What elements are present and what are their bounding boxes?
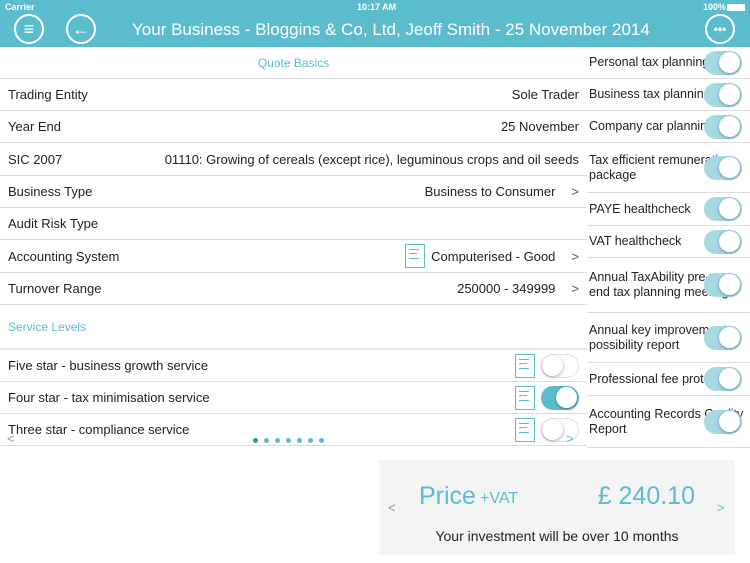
option-row[interactable]: Accounting Records Quality Report (587, 396, 750, 448)
page-dot[interactable] (275, 438, 280, 443)
option-row[interactable]: Personal tax planning (587, 47, 750, 79)
quote-panel: Quote Basics Trading Entity Sole Trader Yea… (0, 47, 587, 448)
toggle-switch[interactable] (704, 229, 742, 254)
page-dot[interactable] (297, 438, 302, 443)
option-row[interactable]: PAYE healthcheck (587, 193, 750, 226)
chevron-right-icon: > (571, 248, 579, 264)
options-panel: Personal tax planning Business tax planni… (587, 47, 750, 449)
field-value-group: Computerised - Good > (405, 244, 579, 268)
toggle-switch[interactable] (704, 325, 742, 350)
field-row[interactable]: Trading Entity Sole Trader (0, 79, 587, 111)
page-title: Your Business - Bloggins & Co, Ltd, Jeof… (132, 20, 650, 39)
field-label: Turnover Range (8, 280, 102, 296)
prev-page-button[interactable]: < (7, 431, 15, 446)
chevron-right-icon: > (571, 280, 579, 296)
page-dot[interactable] (319, 438, 324, 443)
option-row[interactable]: VAT healthcheck (587, 226, 750, 258)
service-level-controls (515, 353, 579, 378)
toggle-switch[interactable] (541, 353, 579, 378)
field-value: 01110: Growing of cereals (except rice),… (164, 151, 579, 167)
price-next-button[interactable]: > (717, 500, 725, 515)
document-icon[interactable] (515, 385, 535, 410)
vat-label: +VAT (480, 490, 519, 507)
ellipsis-icon[interactable]: ••• (705, 14, 735, 44)
field-row[interactable]: Audit Risk Type (0, 208, 587, 241)
service-level-row[interactable]: Five star - business growth service (0, 350, 587, 382)
field-label: Accounting System (8, 248, 120, 264)
toggle-switch[interactable] (704, 409, 742, 434)
section-header-service-levels: Service Levels (0, 305, 587, 350)
option-row[interactable]: Professional fee protection (587, 363, 750, 396)
document-icon[interactable] (515, 353, 535, 378)
toggle-switch[interactable] (704, 114, 742, 139)
service-level-label: Five star - business growth service (8, 358, 209, 373)
field-label: Year End (8, 119, 62, 135)
option-row[interactable]: Annual key improvement possibility repor… (587, 313, 750, 363)
page-dot[interactable] (253, 438, 258, 443)
page-dot[interactable] (286, 438, 291, 443)
page-dot[interactable] (308, 438, 313, 443)
hamburger-icon[interactable]: ≡ (14, 14, 44, 44)
field-value-group: Business to Consumer > (425, 184, 579, 199)
field-row[interactable]: Business Type Business to Consumer > (0, 176, 587, 208)
pager: < > (0, 430, 587, 448)
section-title: Service Levels (8, 319, 87, 334)
investment-note: Your investment will be over 10 months (435, 528, 679, 544)
toggle-switch[interactable] (704, 155, 742, 180)
arrow-left-icon[interactable]: ← (66, 14, 96, 44)
toggle-switch[interactable] (541, 385, 579, 410)
option-row[interactable]: Business tax planning (587, 79, 750, 111)
price-prev-button[interactable]: < (388, 500, 396, 515)
toggle-switch[interactable] (704, 197, 742, 221)
toggle-switch[interactable] (704, 273, 742, 297)
nav-header: Carrier 10:17 AM 100% ≡ ← Your Business … (0, 0, 750, 47)
next-page-button[interactable]: > (566, 431, 574, 446)
field-value: 250000 - 349999 (457, 280, 556, 296)
field-label: Trading Entity (8, 87, 88, 102)
option-label: VAT healthcheck (589, 234, 682, 248)
service-level-label: Four star - tax minimisation service (8, 390, 210, 405)
option-label: Business tax planning (589, 87, 711, 101)
toggle-switch[interactable] (704, 367, 742, 391)
field-row[interactable]: Accounting System Computerised - Good > (0, 241, 587, 273)
section-header-quote-basics: Quote Basics (0, 47, 587, 79)
option-label: Company car planning (589, 119, 715, 133)
price-label: Price (419, 482, 476, 510)
option-label: PAYE healthcheck (589, 201, 691, 216)
time-label: 10:17 AM (357, 2, 397, 12)
battery-icon (727, 4, 745, 11)
price-amount: £ 240.10 (597, 482, 695, 510)
option-row[interactable]: Company car planning (587, 111, 750, 143)
page-dot[interactable] (264, 438, 269, 443)
option-row[interactable]: Tax efficient remuneration package (587, 143, 750, 193)
chevron-right-icon: > (571, 183, 579, 199)
field-value-group: Sole Trader (512, 87, 579, 102)
toggle-switch[interactable] (704, 50, 742, 75)
section-title: Quote Basics (257, 55, 330, 70)
field-value: Sole Trader (511, 87, 579, 102)
field-value: 25 November (500, 119, 579, 135)
document-icon[interactable] (405, 244, 426, 268)
field-value-group: 250000 - 349999 > (457, 281, 579, 296)
field-label: Business Type (8, 183, 93, 199)
field-row[interactable]: Turnover Range 250000 - 349999 > (0, 273, 587, 305)
option-label: Personal tax planning (589, 55, 710, 69)
battery-label: 100% (703, 2, 727, 12)
service-level-controls (515, 385, 579, 410)
price-panel: < Price +VAT £ 240.10 > Your investment … (379, 460, 735, 555)
option-row[interactable]: Annual TaxAbility pre-year end tax plann… (587, 258, 750, 313)
field-label: SIC 2007 (8, 151, 63, 167)
field-row[interactable]: Year End 25 November (0, 111, 587, 144)
field-value-group: 25 November (501, 119, 579, 134)
carrier-label: Carrier (5, 2, 35, 12)
field-value: Computerised - Good (431, 248, 556, 264)
field-value-group: 01110: Growing of cereals (except rice),… (165, 152, 579, 167)
toggle-switch[interactable] (704, 82, 742, 107)
service-level-row[interactable]: Four star - tax minimisation service (0, 382, 587, 414)
field-label: Audit Risk Type (8, 216, 99, 232)
field-value: Business to Consumer (424, 183, 556, 199)
field-row[interactable]: SIC 2007 01110: Growing of cereals (excep… (0, 144, 587, 176)
